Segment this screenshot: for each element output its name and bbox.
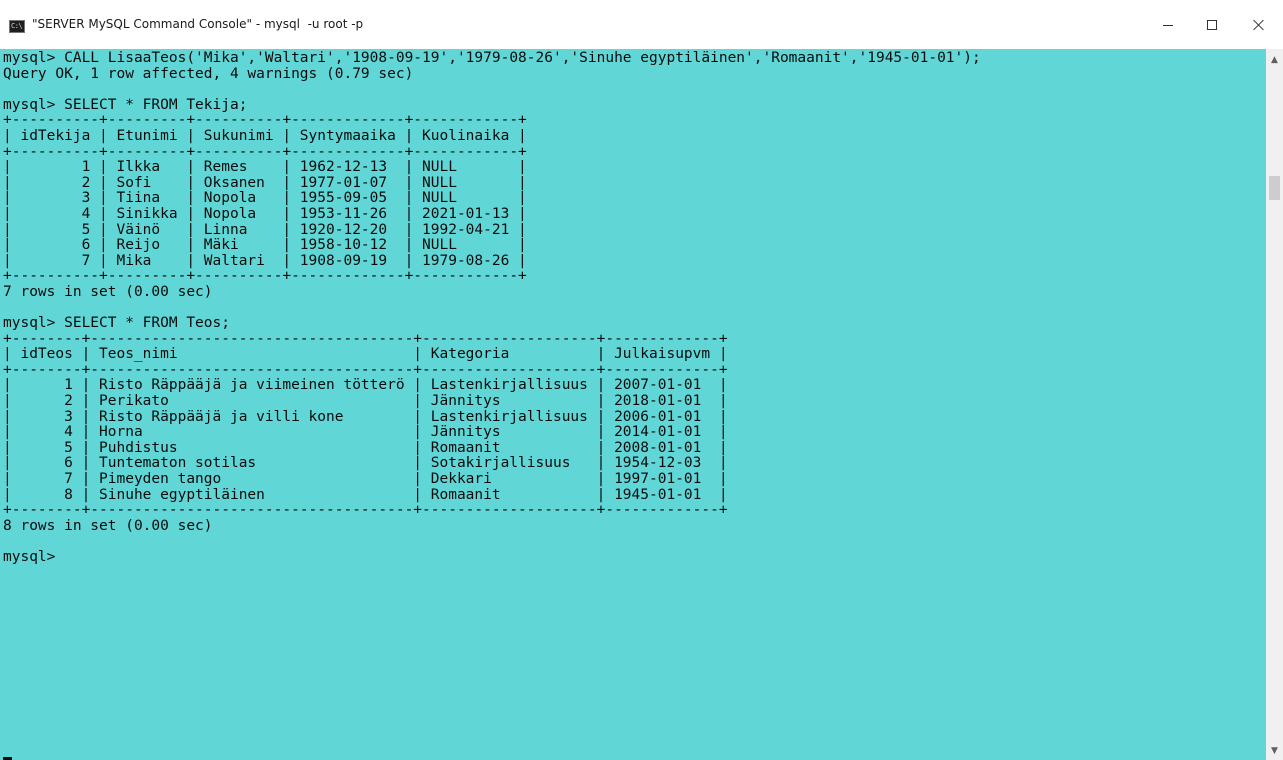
console-line: | 1 | Risto Räppääjä ja viimeinen tötter…	[3, 377, 728, 394]
console-line: +--------+------------------------------…	[3, 361, 728, 378]
console-line: | 7 | Pimeyden tango | Dekkari | 1997-01…	[3, 471, 728, 488]
minimize-button[interactable]	[1145, 0, 1191, 49]
console-line: | 1 | Ilkka | Remes | 1962-12-13 | NULL …	[3, 159, 527, 176]
console-line: mysql> SELECT * FROM Teos;	[3, 315, 230, 332]
maximize-icon	[1207, 19, 1217, 30]
console-app-icon[interactable]: C:\	[9, 20, 25, 33]
console-line: +--------+------------------------------…	[3, 502, 728, 519]
console-line: mysql> CALL LisaaTeos('Mika','Waltari','…	[3, 50, 981, 66]
console-line: | 5 | Puhdistus | Romaanit | 2008-01-01 …	[3, 439, 728, 456]
console-line: +----------+---------+----------+-------…	[3, 112, 527, 129]
console-line: | 6 | Reijo | Mäki | 1958-10-12 | NULL |	[3, 237, 527, 254]
console-line: | idTekija | Etunimi | Sukunimi | Syntym…	[3, 127, 527, 144]
console-line: +----------+---------+----------+-------…	[3, 268, 527, 285]
console-line: | 7 | Mika | Waltari | 1908-09-19 | 1979…	[3, 252, 527, 269]
window-title: "SERVER MySQL Command Console" - mysql -…	[32, 17, 364, 31]
console-line: | 2 | Perikato | Jännitys | 2018-01-01 |	[3, 393, 728, 410]
close-button[interactable]	[1236, 0, 1282, 49]
console-line: | 8 | Sinuhe egyptiläinen | Romaanit | 1…	[3, 486, 728, 503]
maximize-button[interactable]	[1189, 0, 1235, 49]
scroll-up-arrow-icon[interactable]: ▲	[1266, 51, 1283, 68]
console-line: | 2 | Sofi | Oksanen | 1977-01-07 | NULL…	[3, 174, 527, 191]
console-line: 8 rows in set (0.00 sec)	[3, 517, 213, 534]
console-line: mysql> SELECT * FROM Tekija;	[3, 96, 248, 113]
console-line: | 3 | Risto Räppääjä ja villi kone | Las…	[3, 408, 728, 425]
console-window: C:\ "SERVER MySQL Command Console" - mys…	[0, 0, 1283, 760]
console-line: Query OK, 1 row affected, 4 warnings (0.…	[3, 65, 414, 82]
console-app-icon-text: C:\	[11, 22, 23, 30]
close-icon	[1253, 19, 1265, 31]
vertical-scrollbar[interactable]: ▲ ▼	[1266, 49, 1283, 760]
title-bar[interactable]: C:\ "SERVER MySQL Command Console" - mys…	[0, 0, 1283, 49]
console-line: | idTeos | Teos_nimi | Kategoria | Julka…	[3, 346, 728, 363]
console-text: mysql> CALL LisaaTeos('Mika','Waltari','…	[3, 50, 981, 566]
console-line: 7 rows in set (0.00 sec)	[3, 283, 213, 300]
console-line: | 4 | Sinikka | Nopola | 1953-11-26 | 20…	[3, 205, 527, 222]
console-line: +--------+------------------------------…	[3, 330, 728, 347]
console-line: | 6 | Tuntematon sotilas | Sotakirjallis…	[3, 455, 728, 472]
console-line: | 5 | Väinö | Linna | 1920-12-20 | 1992-…	[3, 221, 527, 238]
scroll-down-arrow-icon[interactable]: ▼	[1266, 742, 1283, 759]
console-line: mysql>	[3, 549, 56, 565]
console-line: | 4 | Horna | Jännitys | 2014-01-01 |	[3, 424, 728, 441]
scrollbar-thumb[interactable]	[1269, 176, 1280, 200]
minimize-icon	[1163, 25, 1173, 26]
console-output-area[interactable]: mysql> CALL LisaaTeos('Mika','Waltari','…	[0, 49, 1266, 760]
console-line: | 3 | Tiina | Nopola | 1955-09-05 | NULL…	[3, 190, 527, 207]
console-line: +----------+---------+----------+-------…	[3, 143, 527, 160]
